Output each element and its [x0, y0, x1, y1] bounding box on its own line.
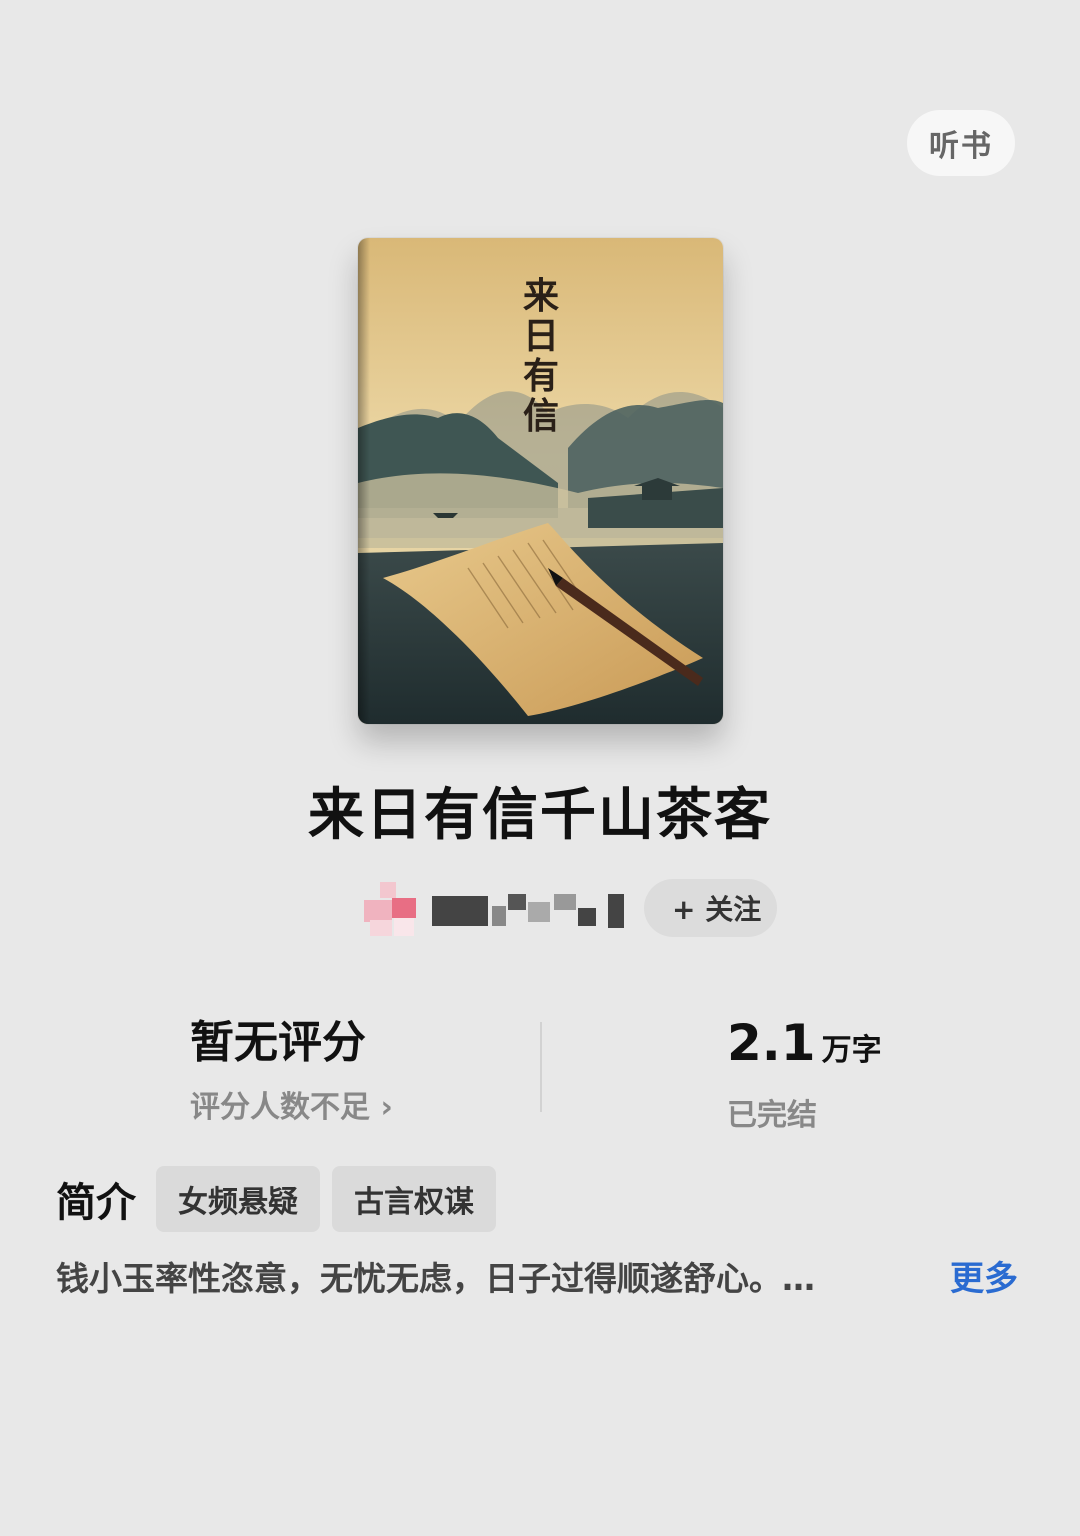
- follow-label: + 关注: [672, 893, 762, 926]
- rating-stat[interactable]: 暂无评分 评分人数不足 ›: [190, 1010, 393, 1126]
- stats-divider: [540, 1022, 542, 1112]
- book-cover[interactable]: 来 日 有 信: [358, 238, 723, 724]
- book-title: 来日有信千山茶客: [308, 783, 772, 848]
- book-summary[interactable]: 钱小玉率性恣意，无忧无虑，日子过得顺遂舒心。…: [56, 1254, 916, 1304]
- cover-title-char: 来: [523, 275, 559, 317]
- genre-tag[interactable]: 古言权谋: [332, 1166, 496, 1232]
- rating-value: 暂无评分: [190, 1017, 366, 1068]
- rating-subtext: 评分人数不足 ›: [190, 1090, 393, 1125]
- word-count-unit: 万字: [821, 1033, 882, 1068]
- listen-book-button[interactable]: 听书: [907, 110, 1015, 176]
- author-name-redacted[interactable]: [432, 888, 652, 928]
- word-count-stat: 2.1 万字 已完结: [727, 1010, 882, 1134]
- word-count-value: 2.1: [727, 1014, 816, 1072]
- book-cover-art: 来 日 有 信: [358, 238, 723, 724]
- cover-title-char: 信: [523, 395, 559, 437]
- cover-title-char: 有: [523, 355, 559, 397]
- cover-title-char: 日: [523, 315, 559, 357]
- intro-label: 简介: [56, 1180, 136, 1226]
- genre-tag[interactable]: 女频悬疑: [156, 1166, 320, 1232]
- follow-button[interactable]: + 关注: [644, 879, 778, 937]
- intro-header: 简介 女频悬疑 古言权谋: [56, 1166, 496, 1232]
- author-avatar[interactable]: [360, 880, 416, 936]
- author-row[interactable]: + 关注: [360, 878, 778, 938]
- more-link[interactable]: 更多: [950, 1254, 1018, 1304]
- stats-row: 暂无评分 评分人数不足 › 2.1 万字 已完结: [0, 1010, 1080, 1133]
- completion-status: 已完结: [727, 1098, 817, 1133]
- chevron-right-icon: ›: [380, 1090, 393, 1125]
